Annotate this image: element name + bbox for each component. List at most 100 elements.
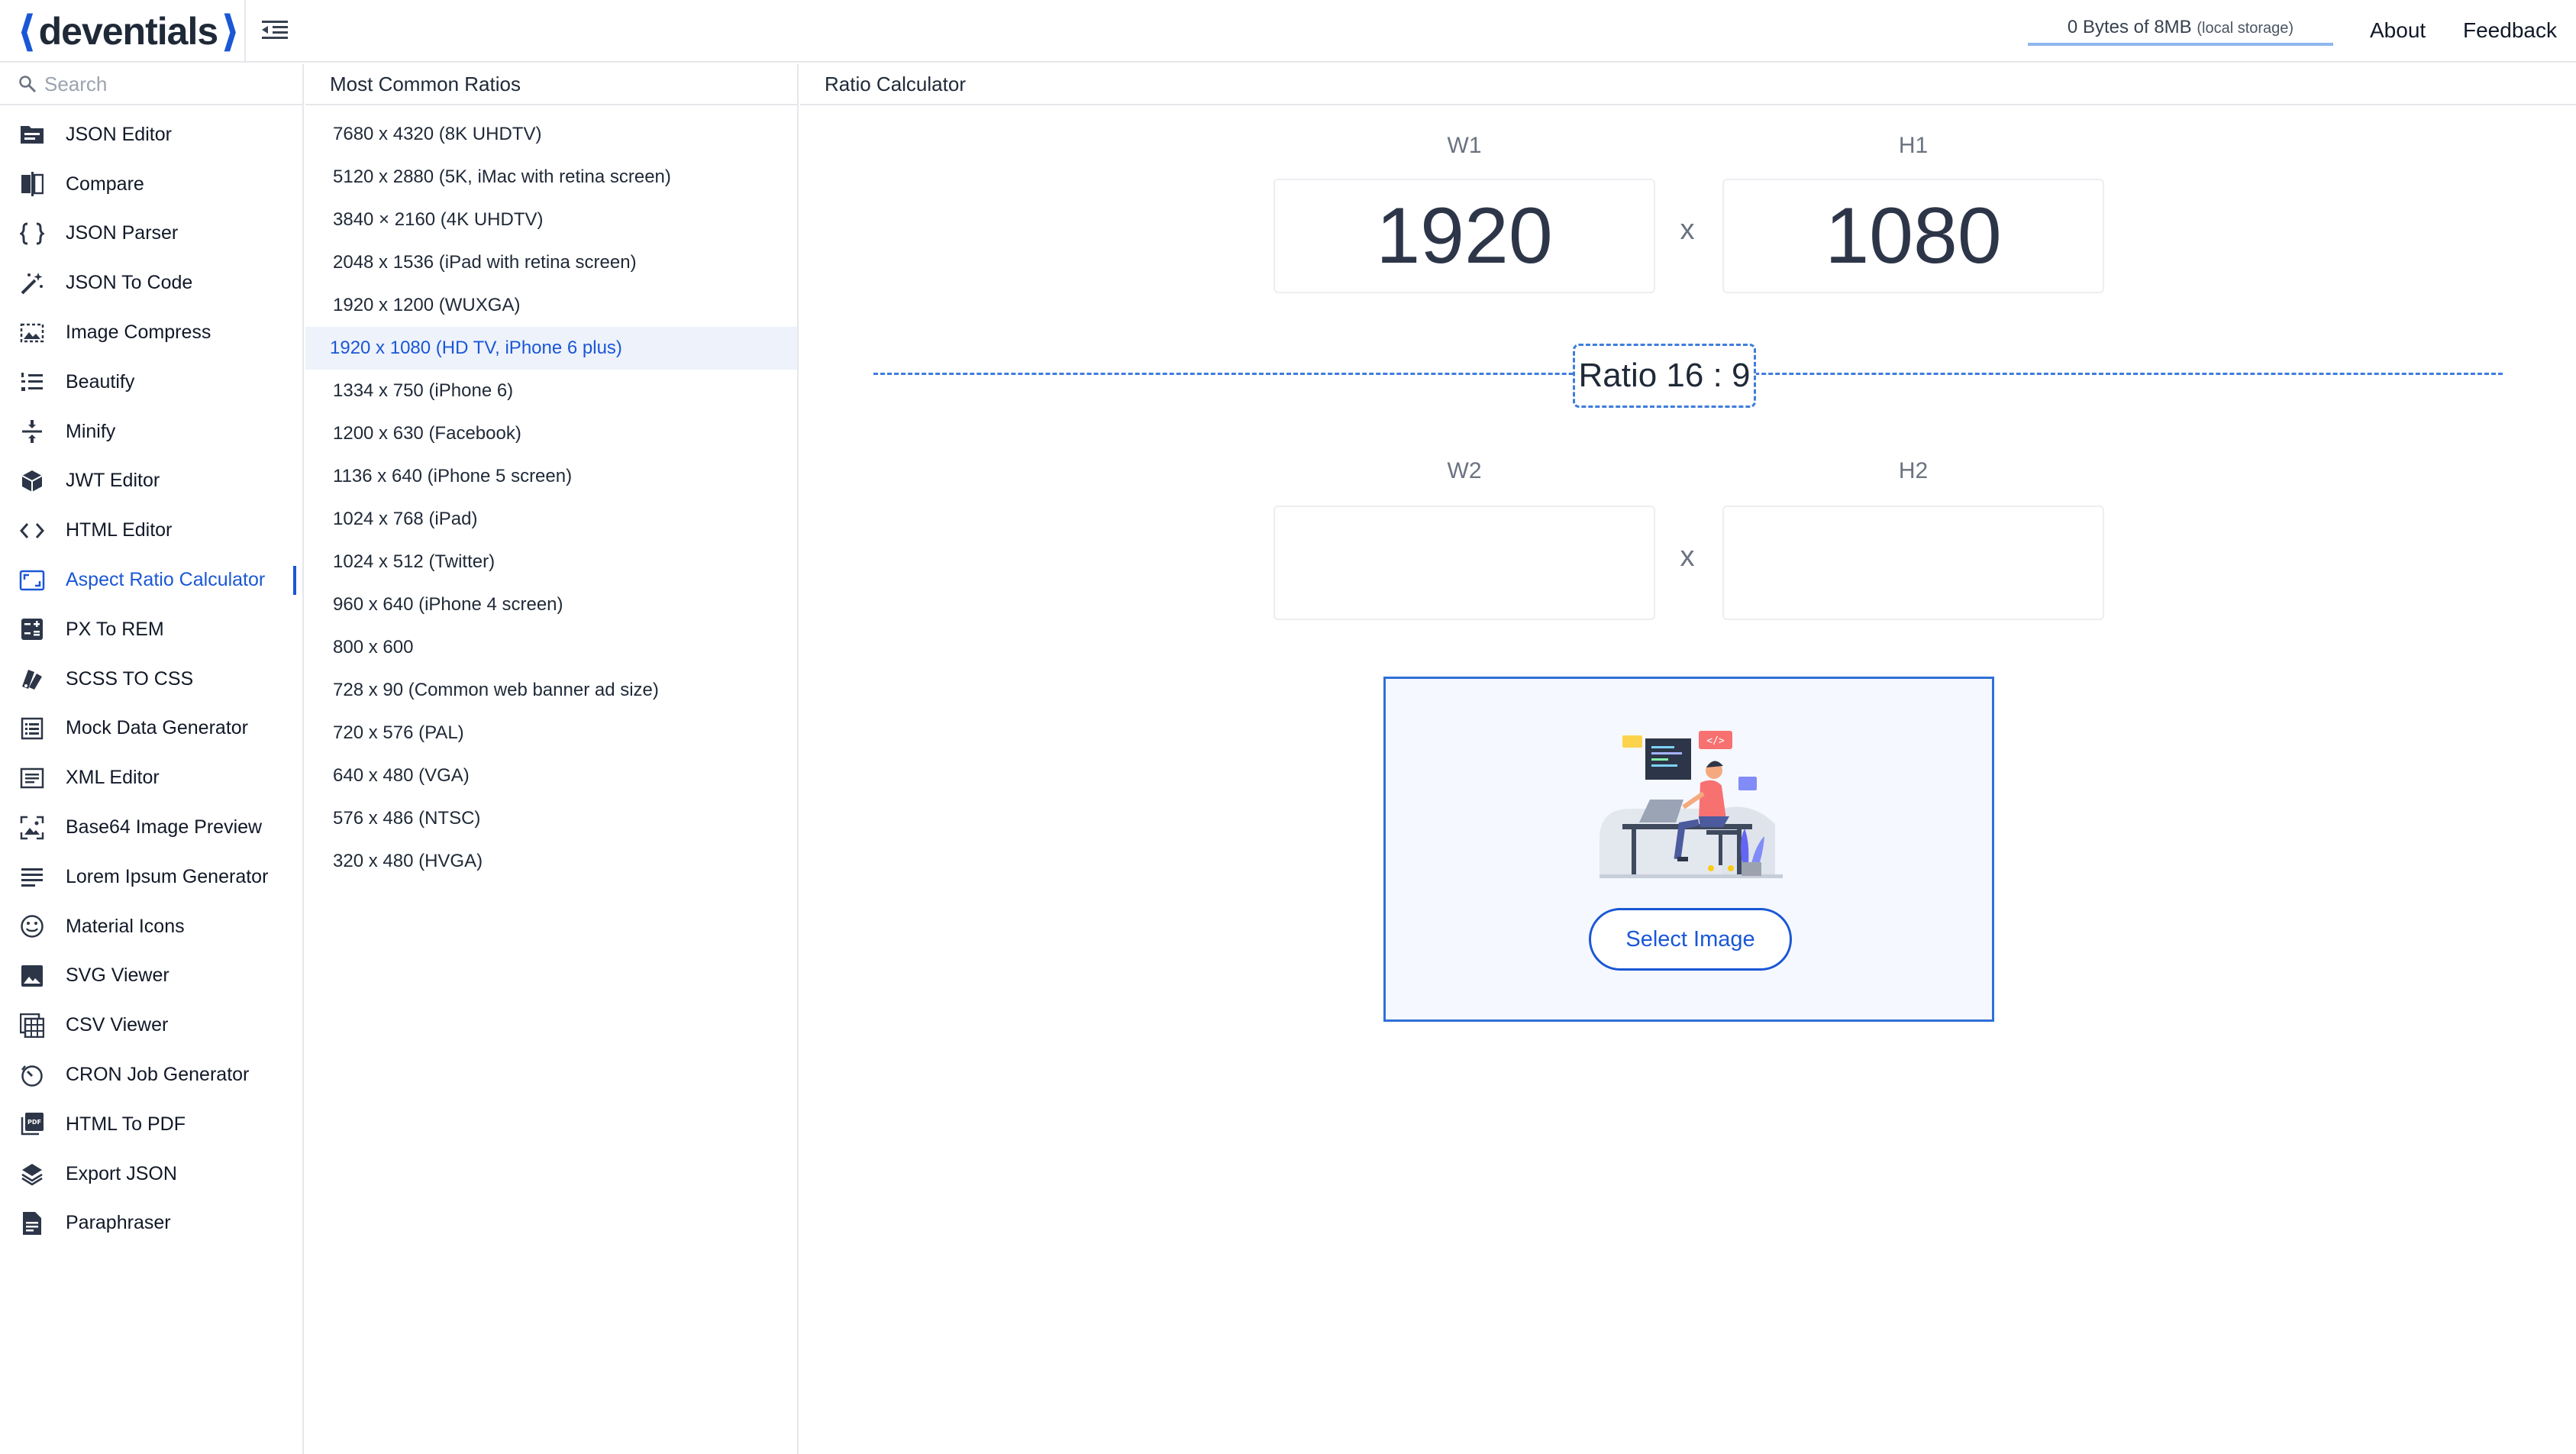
sidebar-item-label: Lorem Ipsum Generator	[66, 865, 269, 887]
h2-input[interactable]	[1724, 507, 2103, 619]
sidebar-item-label: Image Compress	[66, 321, 211, 344]
sidebar-item-compare[interactable]: Compare	[0, 160, 302, 209]
storage-used: 0 Bytes of 8MB	[2067, 17, 2192, 37]
magic-wand-icon	[18, 270, 46, 297]
code-icon	[18, 517, 46, 544]
sidebar-item-html-editor[interactable]: HTML Editor	[0, 506, 302, 555]
ratio-item[interactable]: 576 x 486 (NTSC)	[305, 797, 797, 840]
header-divider	[244, 0, 246, 63]
select-image-button[interactable]: Select Image	[1589, 908, 1792, 971]
brand-name: deventials	[38, 10, 219, 53]
sidebar-item-export-json[interactable]: Export JSON	[0, 1149, 302, 1199]
w2-box	[1273, 506, 1655, 620]
sidebar-item-label: Compare	[66, 173, 144, 195]
sidebar-item-label: Paraphraser	[66, 1212, 171, 1234]
aspect-ratio-icon	[18, 567, 46, 594]
sidebar-item-label: SCSS TO CSS	[66, 667, 194, 690]
sidebar-item-label: Export JSON	[66, 1162, 177, 1184]
h1-label: H1	[1898, 133, 1929, 158]
sidebar-item-html-to-pdf[interactable]: PDF HTML To PDF	[0, 1100, 302, 1149]
numbered-list-icon	[18, 368, 46, 396]
sidebar-item-label: PX To REM	[66, 618, 164, 640]
times-sign: x	[1680, 214, 1695, 246]
brand-bracket-left: ⟨	[17, 7, 37, 55]
ratio-item[interactable]: 640 x 480 (VGA)	[305, 754, 797, 797]
swatch-icon	[18, 665, 46, 693]
ratio-item[interactable]: 1024 x 512 (Twitter)	[305, 541, 797, 583]
sidebar-item-label: JSON Editor	[66, 123, 172, 145]
folder-icon	[18, 121, 46, 148]
sidebar-item-image-compress[interactable]: Image Compress	[0, 308, 302, 357]
sidebar-item-base64-image-preview[interactable]: Base64 Image Preview	[0, 803, 302, 852]
xml-list-icon	[18, 764, 46, 792]
sidebar-item-cron-job-generator[interactable]: CRON Job Generator	[0, 1050, 302, 1100]
sidebar-item-json-parser[interactable]: JSON Parser	[0, 209, 302, 259]
sidebar-item-label: HTML Editor	[66, 519, 173, 541]
sidebar-item-json-editor[interactable]: JSON Editor	[0, 110, 302, 160]
sidebar-item-lorem-ipsum-generator[interactable]: Lorem Ipsum Generator	[0, 852, 302, 902]
ratio-item-selected[interactable]: 1920 x 1080 (HD TV, iPhone 6 plus)	[305, 327, 797, 370]
sidebar-item-scss-to-css[interactable]: SCSS TO CSS	[0, 654, 302, 704]
text-lines-icon	[18, 863, 46, 890]
feedback-link[interactable]: Feedback	[2463, 18, 2557, 43]
image-icon	[18, 962, 46, 990]
ratio-item[interactable]: 960 x 640 (iPhone 4 screen)	[305, 583, 797, 626]
sidebar-item-jwt-editor[interactable]: JWT Editor	[0, 457, 302, 506]
sidebar: JSON Editor Compare JSON Parser JSON To …	[0, 64, 304, 1454]
image-compress-icon	[18, 319, 46, 347]
smiley-icon	[18, 913, 46, 940]
ratio-item[interactable]: 1024 x 768 (iPad)	[305, 498, 797, 541]
w1-input[interactable]	[1275, 180, 1654, 292]
ratio-item[interactable]: 1200 x 630 (Facebook)	[305, 412, 797, 455]
sidebar-item-xml-editor[interactable]: XML Editor	[0, 753, 302, 803]
sidebar-item-label: Aspect Ratio Calculator	[66, 569, 266, 591]
w2-input[interactable]	[1275, 507, 1654, 619]
ratio-item[interactable]: 1334 x 750 (iPhone 6)	[305, 370, 797, 412]
collapse-menu-icon[interactable]	[260, 15, 290, 46]
sidebar-item-mock-data-generator[interactable]: Mock Data Generator	[0, 704, 302, 754]
ratio-item[interactable]: 720 x 576 (PAL)	[305, 712, 797, 754]
sidebar-item-aspect-ratio-calculator[interactable]: Aspect Ratio Calculator	[0, 555, 302, 605]
ratio-item[interactable]: 3840 × 2160 (4K UHDTV)	[305, 199, 797, 241]
sidebar-item-beautify[interactable]: Beautify	[0, 357, 302, 407]
sidebar-item-label: CRON Job Generator	[66, 1064, 250, 1086]
sidebar-item-label: Beautify	[66, 370, 135, 393]
sidebar-item-material-icons[interactable]: Material Icons	[0, 902, 302, 952]
ratio-item[interactable]: 7680 x 4320 (8K UHDTV)	[305, 113, 797, 156]
sidebar-nav: JSON Editor Compare JSON Parser JSON To …	[0, 105, 302, 1248]
ratio-item[interactable]: 2048 x 1536 (iPad with retina screen)	[305, 241, 797, 284]
ratio-item[interactable]: 728 x 90 (Common web banner ad size)	[305, 669, 797, 712]
common-ratios-panel: Most Common Ratios 7680 x 4320 (8K UHDTV…	[305, 64, 799, 1454]
svg-text:PDF: PDF	[27, 1119, 41, 1126]
brand-logo[interactable]: ⟨ deventials ⟩	[17, 7, 240, 55]
sidebar-item-px-to-rem[interactable]: PX To REM	[0, 605, 302, 654]
common-ratios-title: Most Common Ratios	[305, 64, 797, 105]
ratio-calculator-title: Ratio Calculator	[800, 64, 2576, 105]
sidebar-item-minify[interactable]: Minify	[0, 407, 302, 457]
sidebar-item-label: Base64 Image Preview	[66, 816, 263, 838]
developer-illustration: </>	[1600, 731, 1783, 878]
search-input[interactable]	[44, 72, 273, 96]
ratio-item[interactable]: 1920 x 1200 (WUXGA)	[305, 284, 797, 327]
sidebar-item-json-to-code[interactable]: JSON To Code	[0, 258, 302, 308]
ratio-list: 7680 x 4320 (8K UHDTV) 5120 x 2880 (5K, …	[305, 105, 797, 883]
layers-icon	[18, 1160, 46, 1187]
sidebar-item-paraphraser[interactable]: Paraphraser	[0, 1199, 302, 1249]
ratio-item[interactable]: 800 x 600	[305, 626, 797, 669]
sidebar-item-label: JWT Editor	[66, 470, 160, 492]
h1-input[interactable]	[1724, 180, 2103, 292]
braces-icon	[18, 220, 46, 247]
w1-box	[1273, 179, 1655, 293]
top-header: ⟨ deventials ⟩ 0 Bytes of 8MB (local sto…	[0, 0, 2576, 63]
sidebar-item-csv-viewer[interactable]: CSV Viewer	[0, 1000, 302, 1050]
about-link[interactable]: About	[2370, 18, 2426, 43]
ratio-item[interactable]: 1136 x 640 (iPhone 5 screen)	[305, 455, 797, 498]
image-preview-icon	[18, 814, 46, 842]
ratio-calculator-panel: Ratio Calculator W1 H1 x Ratio 16 : 9 W2…	[800, 64, 2576, 1454]
sidebar-item-svg-viewer[interactable]: SVG Viewer	[0, 952, 302, 1001]
ratio-item[interactable]: 5120 x 2880 (5K, iMac with retina screen…	[305, 156, 797, 199]
ratio-item[interactable]: 320 x 480 (HVGA)	[305, 840, 797, 883]
image-dropzone[interactable]: </> Select Image	[1383, 677, 1994, 1022]
h2-box	[1722, 506, 2104, 620]
document-icon	[18, 1210, 46, 1237]
